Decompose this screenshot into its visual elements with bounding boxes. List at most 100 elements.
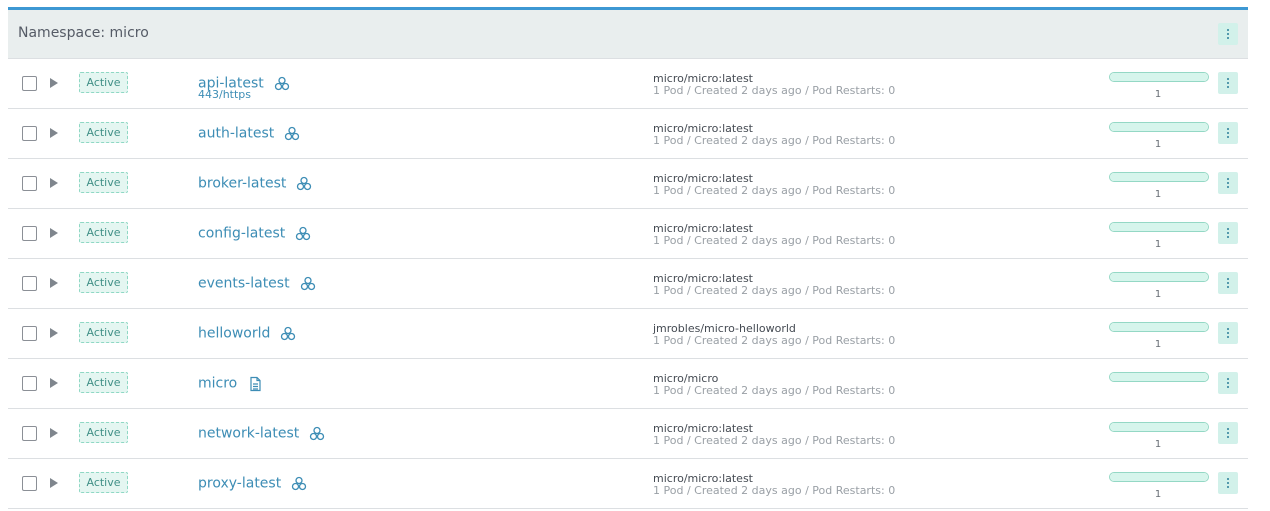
scale-count: 1 <box>1154 439 1162 450</box>
namespace-actions-menu-icon[interactable] <box>1218 23 1238 45</box>
expand-row-icon[interactable] <box>50 178 58 188</box>
row-actions-menu-icon[interactable] <box>1218 422 1238 444</box>
scale-count: 1 <box>1154 489 1162 500</box>
scale-progress-bar <box>1109 122 1209 132</box>
row-select-checkbox[interactable] <box>22 376 37 391</box>
status-badge: Active <box>79 272 128 293</box>
row-actions-menu-icon[interactable] <box>1218 322 1238 344</box>
workload-meta: 1 Pod / Created 2 days ago / Pod Restart… <box>653 484 896 497</box>
workload-name-link[interactable]: broker-latest <box>198 176 286 192</box>
status-badge: Active <box>79 72 128 93</box>
workload-meta: 1 Pod / Created 2 days ago / Pod Restart… <box>653 284 896 297</box>
row-select-checkbox[interactable] <box>22 226 37 241</box>
workload-name-cell: config-latest <box>198 223 311 242</box>
expand-row-icon[interactable] <box>50 378 58 388</box>
workload-name-link[interactable]: network-latest <box>198 426 299 442</box>
workload-meta: 1 Pod / Created 2 days ago / Pod Restart… <box>653 184 896 197</box>
scale-progress-bar <box>1109 272 1209 282</box>
row-actions-menu-icon[interactable] <box>1218 72 1238 94</box>
status-badge: Active <box>79 472 128 493</box>
expand-row-icon[interactable] <box>50 128 58 138</box>
scale-progress-bar <box>1109 372 1209 382</box>
workload-meta: 1 Pod / Created 2 days ago / Pod Restart… <box>653 234 896 247</box>
scale-progress-fill <box>1110 223 1208 231</box>
workload-meta: 1 Pod / Created 2 days ago / Pod Restart… <box>653 384 896 397</box>
workload-name-link[interactable]: micro <box>198 376 237 392</box>
workload-row: Active proxy-latest micro/micro:latest 1… <box>8 459 1248 509</box>
scale-progress-fill <box>1110 123 1208 131</box>
scale-count: 1 <box>1154 189 1162 200</box>
expand-row-icon[interactable] <box>50 478 58 488</box>
workload-name-cell: events-latest <box>198 273 316 292</box>
workload-name-link[interactable]: events-latest <box>198 276 290 292</box>
expand-row-icon[interactable] <box>50 78 58 88</box>
scale-progress-fill <box>1110 473 1208 481</box>
workload-row: Active helloworld jmrobles/micro-hellowo… <box>8 309 1248 359</box>
workload-name-cell: auth-latest <box>198 123 300 142</box>
workload-meta: 1 Pod / Created 2 days ago / Pod Restart… <box>653 334 896 347</box>
scale-count: 1 <box>1154 339 1162 350</box>
scale-progress-bar <box>1109 222 1209 232</box>
row-actions-menu-icon[interactable] <box>1218 372 1238 394</box>
workload-icon <box>296 176 312 192</box>
workload-row: Active micro micro/micro 1 Pod / Created… <box>8 359 1248 409</box>
workload-icon <box>295 226 311 242</box>
workload-name-link[interactable]: config-latest <box>198 226 285 242</box>
workload-row: Active auth-latest micro/micro:latest 1 … <box>8 109 1248 159</box>
workload-icon <box>280 326 296 342</box>
scale-count: 1 <box>1154 89 1162 100</box>
scale-progress-bar <box>1109 72 1209 82</box>
status-badge: Active <box>79 422 128 443</box>
scale-count: 1 <box>1154 139 1162 150</box>
workload-icon <box>284 126 300 142</box>
workload-row: Active api-latest 443/https micro/micro:… <box>8 59 1248 109</box>
workload-name-cell: helloworld <box>198 323 296 342</box>
workload-row: Active network-latest micro/micro:latest… <box>8 409 1248 459</box>
expand-row-icon[interactable] <box>50 328 58 338</box>
row-select-checkbox[interactable] <box>22 476 37 491</box>
scale-progress-fill <box>1110 73 1208 81</box>
scale-progress-fill <box>1110 323 1208 331</box>
row-select-checkbox[interactable] <box>22 426 37 441</box>
scale-progress-fill <box>1110 423 1208 431</box>
scale-progress-bar <box>1109 472 1209 482</box>
status-badge: Active <box>79 222 128 243</box>
workload-name-cell: micro <box>198 373 263 392</box>
row-select-checkbox[interactable] <box>22 126 37 141</box>
document-icon <box>247 376 263 392</box>
workload-meta: 1 Pod / Created 2 days ago / Pod Restart… <box>653 134 896 147</box>
workload-icon <box>309 426 325 442</box>
expand-row-icon[interactable] <box>50 428 58 438</box>
workload-name-cell: broker-latest <box>198 173 312 192</box>
workload-name-link[interactable]: helloworld <box>198 326 270 342</box>
endpoint-link[interactable]: 443/https <box>198 88 251 101</box>
scale-count: 1 <box>1154 289 1162 300</box>
row-actions-menu-icon[interactable] <box>1218 472 1238 494</box>
scale-progress-fill <box>1110 173 1208 181</box>
workload-icon <box>291 476 307 492</box>
row-select-checkbox[interactable] <box>22 76 37 91</box>
workload-namespace-group: Namespace: micro Active api-latest 443/h… <box>8 7 1248 511</box>
workload-row: Active broker-latest micro/micro:latest … <box>8 159 1248 209</box>
row-actions-menu-icon[interactable] <box>1218 222 1238 244</box>
status-badge: Active <box>79 122 128 143</box>
row-actions-menu-icon[interactable] <box>1218 122 1238 144</box>
workload-meta: 1 Pod / Created 2 days ago / Pod Restart… <box>653 84 896 97</box>
row-actions-menu-icon[interactable] <box>1218 272 1238 294</box>
workload-name-link[interactable]: auth-latest <box>198 126 274 142</box>
scale-progress-bar <box>1109 422 1209 432</box>
scale-progress-fill <box>1110 373 1208 381</box>
row-select-checkbox[interactable] <box>22 176 37 191</box>
workload-name-link[interactable]: proxy-latest <box>198 476 281 492</box>
row-select-checkbox[interactable] <box>22 326 37 341</box>
expand-row-icon[interactable] <box>50 228 58 238</box>
row-actions-menu-icon[interactable] <box>1218 172 1238 194</box>
scale-progress-fill <box>1110 273 1208 281</box>
status-badge: Active <box>79 372 128 393</box>
namespace-header: Namespace: micro <box>8 10 1248 59</box>
scale-progress-bar <box>1109 172 1209 182</box>
expand-row-icon[interactable] <box>50 278 58 288</box>
status-badge: Active <box>79 322 128 343</box>
namespace-title: Namespace: micro <box>18 25 149 41</box>
row-select-checkbox[interactable] <box>22 276 37 291</box>
